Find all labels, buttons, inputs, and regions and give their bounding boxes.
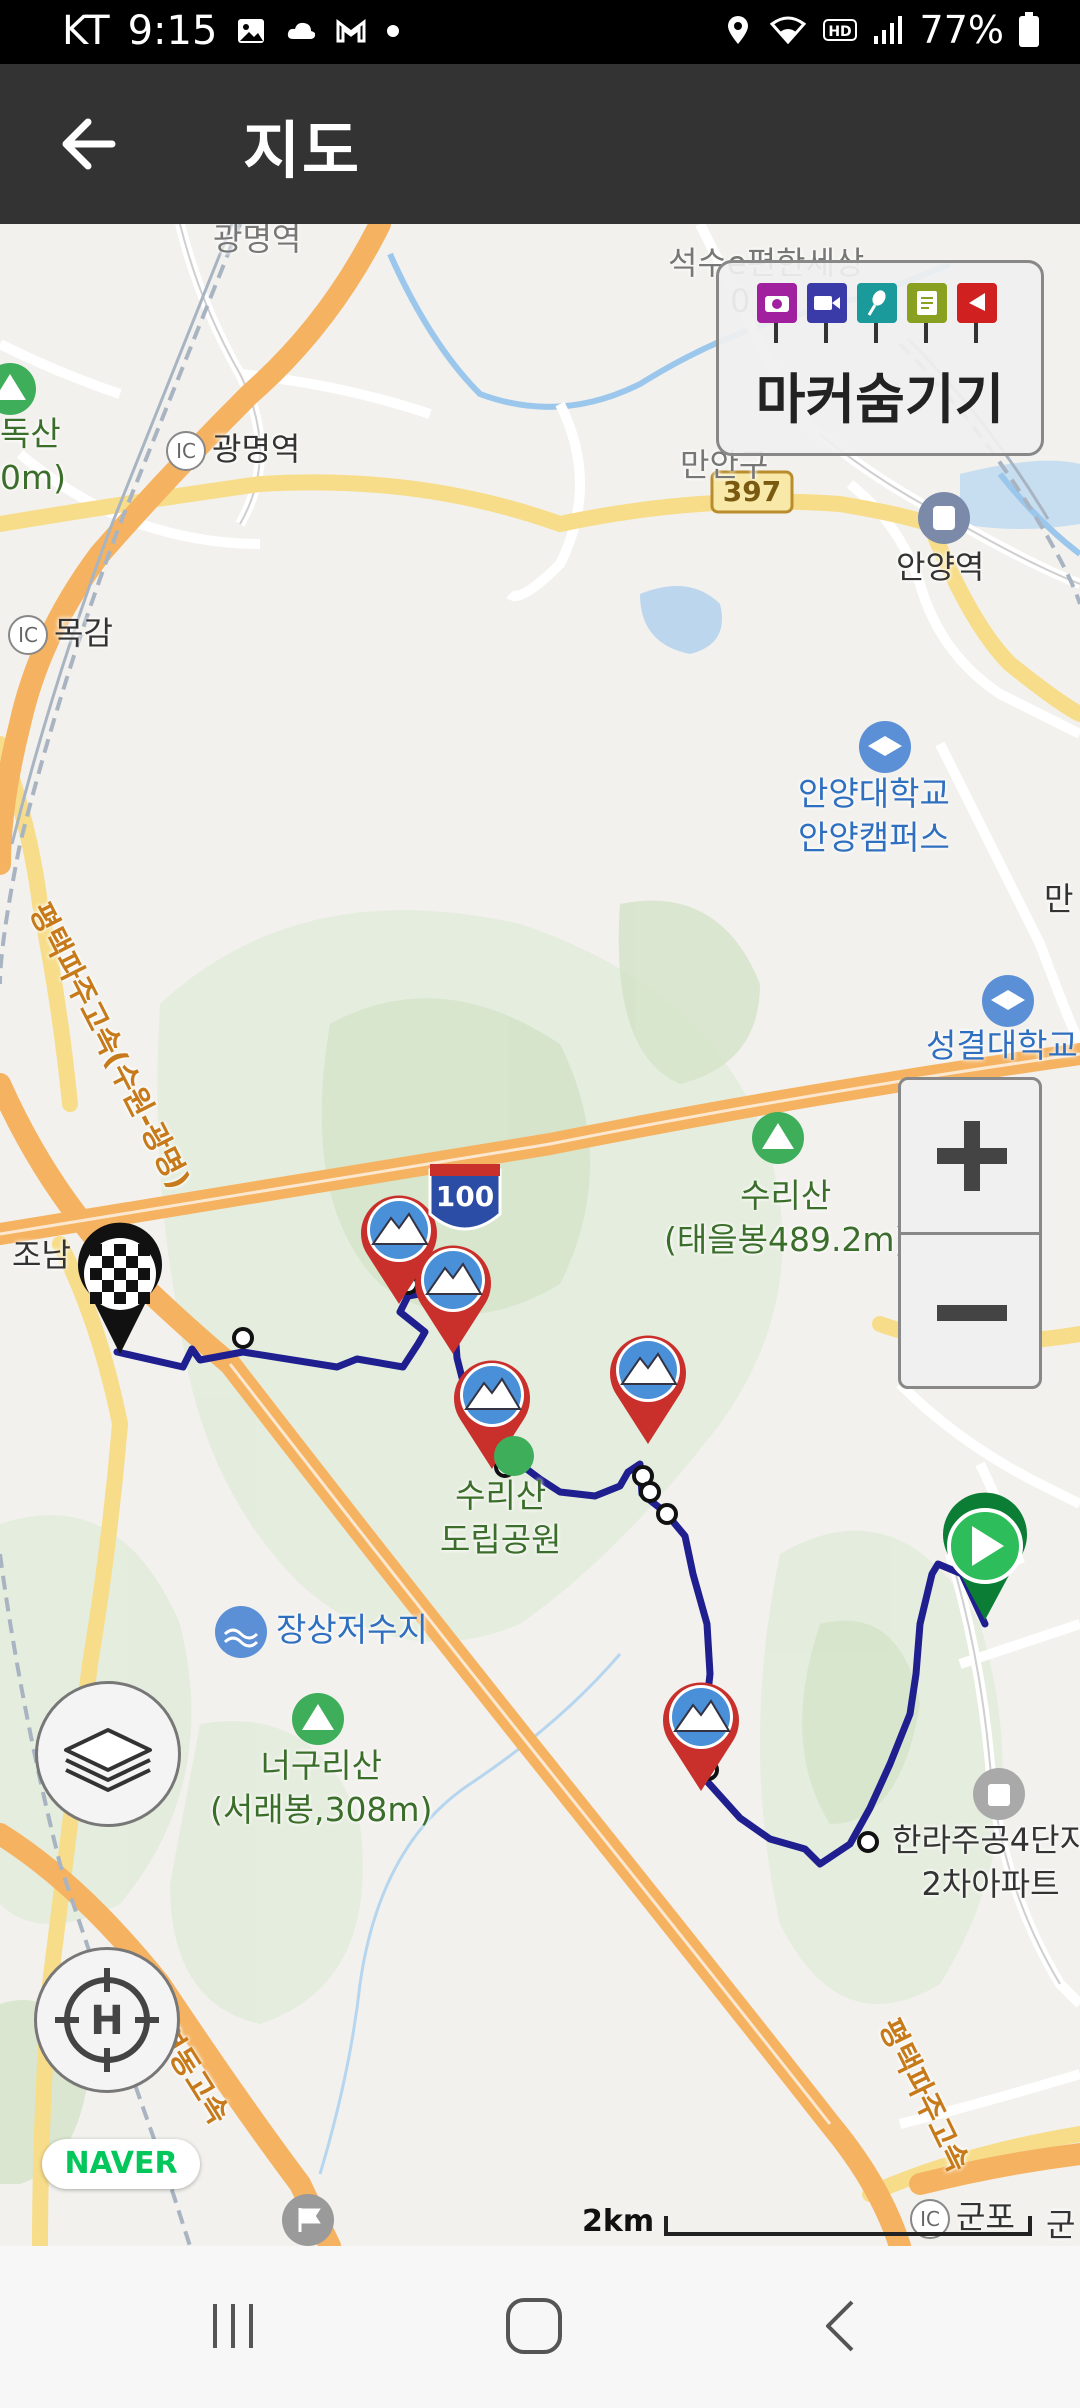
hd-icon: HD [822,19,857,41]
place-jangsang: 장상저수지 [276,1610,428,1649]
place-sungkyul: 성결대학교 [926,1026,1078,1065]
place-mokgam: IC 목감 [8,608,113,655]
naver-logo: NAVER [42,2139,200,2189]
route-100-label: 100 [435,1180,495,1213]
memo-pin-icon [907,283,947,343]
place-gwangmyeong-ic: IC 광명역 [166,424,300,471]
dok-mountain-name: 독산 [0,414,61,453]
place-gwangmyeong-station-top: 광명역 [213,224,302,258]
route-397-label: 397 [722,475,782,508]
location-icon [727,16,748,44]
image-icon [238,19,265,43]
neoguri-name: 너구리산 [260,1746,382,1785]
place-man-edge: 만 [1044,880,1074,918]
gmail-icon [336,18,366,43]
marker-hide-label: 마커숨기기 [755,368,1005,431]
ic-badge: IC [166,431,206,471]
marker-type-pins [757,283,997,343]
cloud-icon [288,22,316,39]
dok-mountain-height: 0m) [0,458,67,497]
carrier-text: KT [62,8,110,54]
status-left: KT 9:15 [62,8,401,54]
anyang-univ-line2: 안양캠퍼스 [798,818,950,857]
arrow-left-icon[interactable] [52,104,132,184]
plus-icon [937,1121,1007,1191]
photo-pin-icon [757,283,797,343]
place-dok-mountain: 독산 0m) [0,412,66,500]
anyang-univ-line1: 안양대학교 [798,774,950,813]
signal-icon [873,16,902,44]
dot-icon [387,25,400,37]
place-anyang-univ: 안양대학교 안양캠퍼스 [798,772,950,860]
marker-hide-panel[interactable]: 마커숨기기 [716,260,1044,456]
home-locate-button[interactable]: H [34,1947,180,2093]
clock-text: 9:15 [127,8,218,54]
svg-text:H: H [90,1998,123,2044]
place-surisan-park: 수리산 도립공원 [440,1474,561,1562]
hanra-line2: 2차아파트 [921,1865,1060,1903]
screen: KT 9:15 HD 77% 지도 광명역 독산 0m) IC 광명역 만안구 … [0,0,1080,2408]
place-neoguri: 너구리산 (서래봉,308m) [210,1744,432,1832]
back-icon[interactable] [812,2296,872,2356]
surisan-height: (태을봉489.2m) [664,1220,908,1259]
flag-pin-icon [957,283,997,343]
battery-icon [1019,12,1039,47]
place-hanra: 한라주공4단지 2차아파트 [892,1818,1080,1906]
layers-button[interactable] [35,1681,181,1827]
place-gunpo-edge: 군 [1046,2206,1076,2244]
minus-icon [937,1305,1007,1321]
place-surisan: 수리산 (태을봉489.2m) [664,1174,907,1262]
app-bar: 지도 [0,64,1080,224]
layers-icon [64,1728,152,1792]
voice-pin-icon [857,283,897,343]
scale-bar: 2km [580,2204,1050,2244]
status-bar: KT 9:15 HD 77% [0,0,1080,64]
ic-badge-mokgam: IC [8,615,48,655]
map-view[interactable]: 광명역 석수e편한세상 0 독산 0m) IC광명역 만안구 397 안양역 I… [0,224,1080,2246]
recent-apps-icon[interactable] [203,2296,263,2356]
mokgam-name: 목감 [54,614,113,652]
hanra-line1: 한라주공4단지 [892,1821,1080,1859]
scale-line [664,2216,1032,2236]
zoom-in-button[interactable] [901,1080,1039,1235]
video-pin-icon [807,283,847,343]
surisan-park-line1: 수리산 [455,1476,547,1515]
wifi-icon [769,16,806,45]
neoguri-height: (서래봉,308m) [210,1790,433,1829]
gwangmyeong-ic-name: 광명역 [212,430,301,468]
navigation-bar [0,2246,1080,2408]
place-jonam: 조남 [12,1236,71,1274]
zoom-out-button[interactable] [901,1235,1039,1386]
battery-text: 77% [919,8,1004,52]
home-icon[interactable] [502,2294,566,2358]
zoom-controls [898,1077,1042,1389]
place-anyang-station: 안양역 [896,548,985,586]
svg-text:HD: HD [828,24,851,40]
page-title: 지도 [243,114,362,187]
home-target-icon: H [55,1968,159,2072]
status-right: HD 77% [722,8,1040,52]
surisan-park-line2: 도립공원 [440,1520,562,1559]
surisan-name: 수리산 [740,1176,832,1215]
